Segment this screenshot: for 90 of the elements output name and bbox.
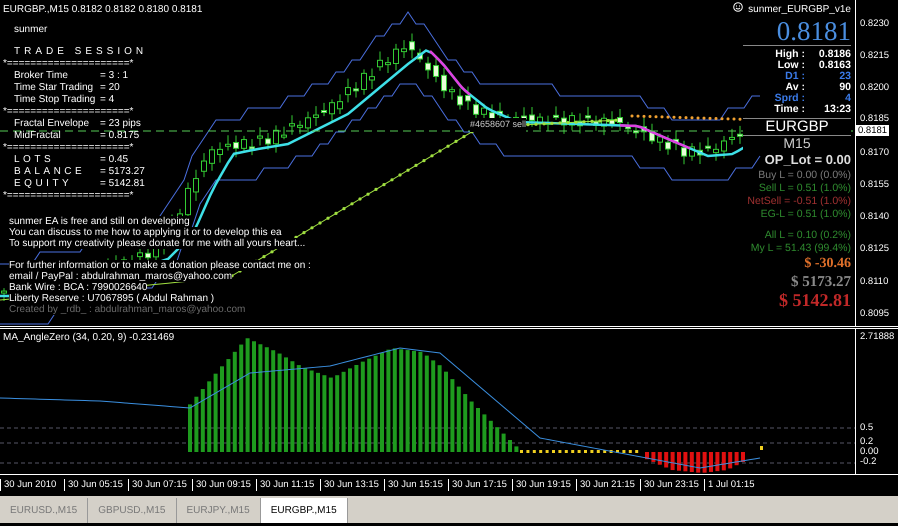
money-amount: $ -30.46 <box>803 255 851 273</box>
separator-text: *=====================* <box>2 190 134 202</box>
smiley-icon <box>733 2 743 12</box>
message-text: To support my creativity please donate for me with all yours heart... <box>9 238 306 249</box>
setting-label: Time Star Trading <box>14 82 94 94</box>
time-tick-label: 30 Jun 15:15 <box>384 479 443 491</box>
time-tick-label: 30 Jun 07:15 <box>128 479 187 491</box>
stat-value: 90 <box>838 82 851 93</box>
message-text: Bank Wire : BCA : 7990026640 <box>9 282 148 293</box>
time-tick-label: 30 Jun 17:15 <box>448 479 507 491</box>
setting-label: Fractal Envelope <box>14 118 90 130</box>
stat-value: 23 <box>838 71 851 82</box>
lot-level-text: NetSell = -0.51 (1.0%) <box>746 195 851 208</box>
price-tick-label: 0.8185 <box>860 114 890 124</box>
time-tick-label: 30 Jun 11:15 <box>256 479 314 491</box>
price-tick-label: 0.8155 <box>860 180 890 190</box>
ea-title: sunmer <box>13 24 48 36</box>
setting-label: EQUITY <box>14 178 74 190</box>
indicator-tick-label: -0.2 <box>860 457 876 467</box>
chart-tab[interactable]: EURGBP.,M15 <box>260 498 348 523</box>
separator-text: *=====================* <box>2 142 134 154</box>
price-tick-label: 0.8125 <box>860 244 890 254</box>
message-text: email / PayPal : abdulrahman_maros@yahoo.com <box>9 271 232 282</box>
trend-segment-line <box>620 124 690 150</box>
time-tick-label: 30 Jun 19:15 <box>512 479 571 491</box>
setting-value: = 5142.81 <box>100 178 146 190</box>
time-tick-label: 30 Jun 09:15 <box>192 479 251 491</box>
setting-label: MidFractal <box>14 130 62 142</box>
indicator-title: MA_AngleZero (34, 0.20, 9) -0.231469 <box>3 331 174 345</box>
price-tick-label: 0.8170 <box>860 148 890 158</box>
stat-label: Sprd : <box>774 93 805 104</box>
time-tick-label: 30 Jun 23:15 <box>640 479 699 491</box>
price-tick-label: 0.8200 <box>860 83 890 94</box>
message-text: sunmer EA is free and still on developing <box>9 216 190 227</box>
lot-level-text: EG-L = 0.51 (1.0%) <box>760 208 851 221</box>
stat-value: 0.8186 <box>818 49 851 60</box>
ea-name: sunmer_EURGBP_v1e <box>748 3 851 17</box>
stat-label: Time : <box>773 104 805 115</box>
lot-total-text: My L = 51.43 (99.4%) <box>750 242 851 255</box>
credit-text: Created by _rdb_ : abdulrahman_maros@yahoo.com <box>9 304 246 315</box>
session-heading: TRADE SESSION <box>13 46 148 58</box>
setting-value: = 0.8175 <box>100 130 140 142</box>
setting-value: = 5173.27 <box>100 166 146 178</box>
indicator-tick-label: 2.71888 <box>860 332 894 342</box>
price-tick-label: 0.8140 <box>860 212 890 222</box>
stat-value: 0.8163 <box>818 60 851 71</box>
indicator-tick-label: 0.5 <box>860 423 874 433</box>
stat-label: D1 : <box>784 71 805 82</box>
setting-value: = 23 pips <box>100 118 142 130</box>
setting-value: = 3 : 1 <box>100 70 130 82</box>
price-tick-label: 0.8110 <box>860 276 888 287</box>
message-text: You can discuss to me how to applying it or to develop this ea <box>9 227 282 238</box>
order-label: #4658607 sell <box>470 118 526 132</box>
money-amount: $ 5142.81 <box>778 291 851 309</box>
setting-label: Time Stop Trading <box>14 94 96 106</box>
time-tick-label: 30 Jun 21:15 <box>576 479 635 491</box>
stat-label: Av : <box>784 82 805 93</box>
chart-title: EURGBP.,M15 0.8182 0.8182 0.8180 0.8181 <box>3 3 202 17</box>
current-price-label: 0.8181 <box>856 125 890 136</box>
time-tick-label: 30 Jun 2010 <box>0 479 56 491</box>
price-display: 0.8181 <box>776 17 851 45</box>
trend-segment-line <box>429 50 471 96</box>
message-text: Liberty Reserve : U7067895 ( Abdul Rahman ) <box>9 293 214 304</box>
time-tick-label: 1 Jul 01:15 <box>704 479 754 491</box>
stat-value: 4 <box>844 93 851 104</box>
price-tick-label: 0.8215 <box>860 51 890 62</box>
time-tick-label: 30 Jun 05:15 <box>64 479 123 491</box>
money-amount: $ 5173.27 <box>790 273 851 291</box>
lot-total-text: All L = 0.10 (0.2%) <box>764 229 851 242</box>
setting-value: = 0.45 <box>100 154 130 166</box>
setting-label: BALANCE <box>14 166 86 178</box>
lot-label: OP_Lot = 0.00 <box>764 151 851 169</box>
setting-label: Broker Time <box>14 70 69 82</box>
lot-level-text: Sell L = 0.51 (1.0%) <box>758 182 851 195</box>
stat-label: High : <box>774 49 805 60</box>
setting-label: LOTS <box>14 154 56 166</box>
price-tick-label: 0.8095 <box>860 308 890 319</box>
indicator-tick-label: 0.2 <box>860 437 874 447</box>
separator-text: *=====================* <box>2 106 134 118</box>
separator-text: *=====================* <box>2 58 134 70</box>
indicator-tick-label: 0.00 <box>860 447 878 457</box>
lot-level-text: Buy L = 0.00 (0.0%) <box>757 169 851 182</box>
stat-value: 13:23 <box>823 104 851 115</box>
stat-label: Low : <box>778 60 805 71</box>
setting-value: = 4 <box>100 94 116 106</box>
setting-value: = 20 <box>100 82 121 94</box>
symbol-label: EURGBP <box>743 118 851 136</box>
message-text: For further information or to make a donation please contact me on : <box>9 260 311 271</box>
time-tick-label: 30 Jun 13:15 <box>320 479 379 491</box>
price-tick-label: 0.8230 <box>860 19 890 29</box>
